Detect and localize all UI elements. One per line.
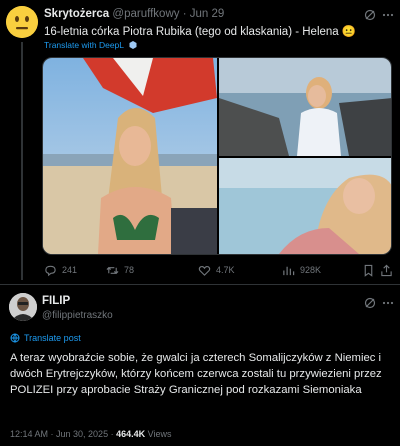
share-icon — [381, 264, 392, 276]
more-options-icon[interactable] — [381, 8, 395, 22]
share-button[interactable] — [380, 262, 393, 278]
tweet-footer: 12:14 AM · Jun 30, 2025 · 464.4K Views — [10, 429, 172, 439]
views-count: 464.4K — [116, 429, 146, 439]
retweet-icon — [106, 266, 119, 274]
tweet-actions: 241 78 4.7K 928K — [44, 262, 394, 278]
photo-1[interactable] — [43, 58, 217, 254]
like-count: 4.7K — [216, 265, 235, 275]
reply-icon — [45, 265, 56, 276]
translate-label[interactable]: Translate post — [24, 333, 81, 343]
author-handle[interactable]: @filippietraszko — [42, 310, 113, 321]
bookmark-icon — [364, 264, 373, 277]
translate-label[interactable]: Translate with DeepL — [44, 40, 124, 50]
author-handle[interactable]: @paruffkowy — [112, 8, 179, 20]
timestamp[interactable]: 12:14 AM · Jun 30, 2025 — [10, 429, 108, 439]
deepl-icon — [129, 41, 137, 49]
tweet-text: 16-letnia córka Piotra Rubika (tego od k… — [44, 26, 357, 38]
divider — [0, 284, 400, 285]
translate-link[interactable]: Translate post — [10, 333, 81, 343]
avatar[interactable] — [9, 293, 37, 321]
separator: · — [110, 429, 114, 439]
reply-button[interactable]: 241 — [44, 262, 77, 278]
post-time[interactable]: Jun 29 — [190, 8, 225, 20]
globe-icon — [10, 333, 20, 343]
media-grid — [42, 57, 392, 255]
photo-2[interactable] — [219, 58, 391, 156]
author-name[interactable]: FILIP — [42, 295, 70, 307]
grok-icon[interactable] — [363, 8, 377, 22]
views-button[interactable]: 928K — [282, 262, 321, 278]
like-button[interactable]: 4.7K — [198, 262, 235, 278]
translate-link[interactable]: Translate with DeepL — [44, 40, 137, 50]
heart-icon — [198, 265, 211, 276]
author-name[interactable]: Skrytożerca — [44, 8, 109, 20]
avatar[interactable] — [6, 6, 38, 38]
retweet-count: 78 — [124, 265, 135, 275]
more-options-icon[interactable] — [381, 296, 395, 310]
tweet-text: A teraz wyobraźcie sobie, że gwalci ja c… — [10, 352, 382, 396]
bookmark-button[interactable] — [362, 262, 375, 278]
photo-3[interactable] — [219, 158, 391, 254]
views-label: Views — [147, 429, 172, 439]
grok-icon[interactable] — [363, 296, 377, 310]
retweet-button[interactable]: 78 — [106, 262, 134, 278]
analytics-icon — [283, 266, 295, 275]
views-count: 928K — [300, 265, 322, 275]
separator: · — [182, 8, 187, 20]
reply-count: 241 — [62, 265, 78, 275]
thread-line — [21, 42, 23, 280]
tweet-header: Skrytożerca @paruffkowy · Jun 29 — [44, 8, 224, 20]
